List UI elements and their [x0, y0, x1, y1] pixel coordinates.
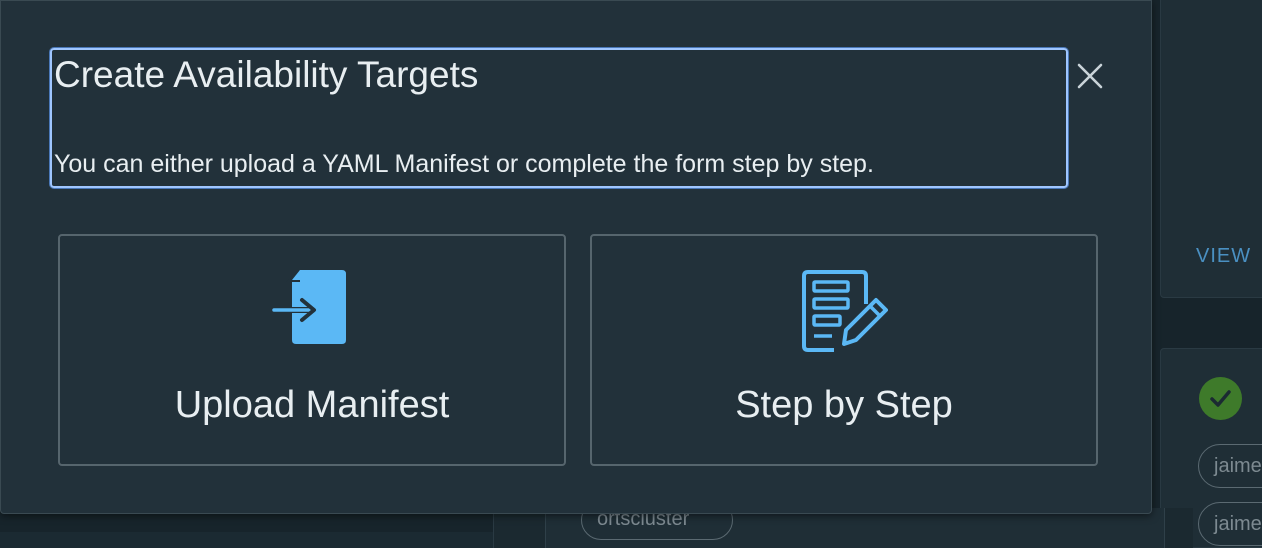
- modal-subtitle: You can either upload a YAML Manifest or…: [54, 150, 874, 178]
- upload-manifest-label: Upload Manifest: [174, 384, 450, 426]
- cluster-pill[interactable]: jaime: [1198, 502, 1262, 546]
- upload-file-icon: [269, 268, 352, 352]
- close-button[interactable]: [1071, 57, 1109, 95]
- create-availability-targets-modal: Create Availability Targets You can eith…: [0, 0, 1152, 514]
- modal-title: Create Availability Targets: [54, 54, 479, 95]
- modal-header: Create Availability Targets You can eith…: [50, 48, 1068, 188]
- upload-manifest-button[interactable]: Upload Manifest: [58, 234, 566, 466]
- close-icon: [1077, 63, 1103, 89]
- form-edit-icon: [800, 268, 888, 358]
- view-link[interactable]: VIEW: [1196, 245, 1251, 268]
- step-by-step-button[interactable]: Step by Step: [590, 234, 1098, 466]
- cluster-pill[interactable]: jaime: [1198, 444, 1262, 488]
- step-by-step-label: Step by Step: [735, 384, 953, 426]
- check-circle-icon: [1199, 377, 1242, 420]
